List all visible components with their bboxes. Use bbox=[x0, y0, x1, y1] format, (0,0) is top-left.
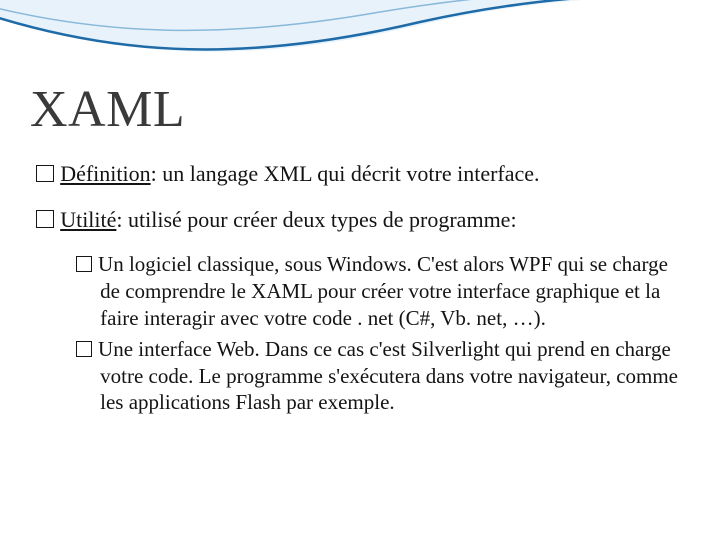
slide: XAML Définition: un langage XML qui décr… bbox=[0, 0, 720, 540]
sub-bullet-text: Un logiciel classique, sous Windows. C'e… bbox=[98, 252, 668, 330]
slide-title: XAML bbox=[30, 80, 185, 139]
bullet-text: : un langage XML qui décrit votre interf… bbox=[151, 161, 540, 186]
bullet-utilite: Utilité: utilisé pour créer deux types d… bbox=[36, 206, 680, 234]
bullet-definition: Définition: un langage XML qui décrit vo… bbox=[36, 160, 680, 188]
square-bullet-icon bbox=[36, 165, 54, 183]
square-bullet-icon bbox=[76, 341, 92, 357]
sub-bullet-text: Une interface Web. Dans ce cas c'est Sil… bbox=[98, 337, 678, 415]
sub-bullet-wpf: Un logiciel classique, sous Windows. C'e… bbox=[76, 251, 680, 332]
decorative-swoosh bbox=[0, 0, 720, 80]
sub-bullets: Un logiciel classique, sous Windows. C'e… bbox=[76, 251, 680, 416]
sub-bullet-silverlight: Une interface Web. Dans ce cas c'est Sil… bbox=[76, 336, 680, 417]
slide-body: Définition: un langage XML qui décrit vo… bbox=[36, 160, 680, 420]
square-bullet-icon bbox=[76, 256, 92, 272]
bullet-text: : utilisé pour créer deux types de progr… bbox=[116, 207, 516, 232]
square-bullet-icon bbox=[36, 210, 54, 228]
bullet-label: Utilité bbox=[60, 207, 116, 232]
bullet-label: Définition bbox=[60, 161, 150, 186]
